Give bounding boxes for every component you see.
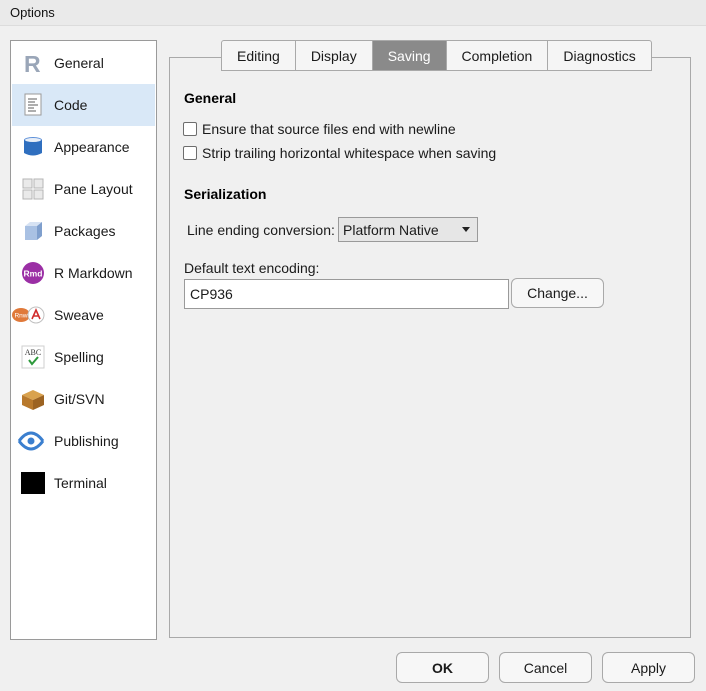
sidebar-item-packages[interactable]: Packages [12, 210, 155, 252]
sidebar-item-label: Packages [54, 223, 116, 239]
encoding-field[interactable] [184, 279, 509, 309]
tab-display[interactable]: Display [295, 40, 373, 71]
sidebar-item-sweave[interactable]: Rnw Sweave [12, 294, 155, 336]
title-bar: Options [0, 0, 706, 26]
git-box-icon [20, 386, 46, 412]
tab-saving[interactable]: Saving [372, 40, 447, 71]
strip-whitespace-checkbox[interactable] [183, 146, 197, 160]
line-ending-value: Platform Native [343, 221, 439, 238]
ok-button[interactable]: OK [396, 652, 489, 683]
tab-completion[interactable]: Completion [446, 40, 549, 71]
options-sidebar: R General Code Appearance Pane Layout Pa… [10, 40, 157, 640]
sidebar-item-label: Terminal [54, 475, 107, 491]
ensure-newline-label: Ensure that source files end with newlin… [202, 121, 456, 137]
sidebar-item-publishing[interactable]: Publishing [12, 420, 155, 462]
sidebar-item-terminal[interactable]: Terminal [12, 462, 155, 504]
sidebar-item-label: R Markdown [54, 265, 133, 281]
cancel-button[interactable]: Cancel [499, 652, 592, 683]
tab-diagnostics[interactable]: Diagnostics [548, 40, 652, 71]
sidebar-item-label: Spelling [54, 349, 104, 365]
sidebar-item-appearance[interactable]: Appearance [12, 126, 155, 168]
change-encoding-button[interactable]: Change... [511, 278, 604, 308]
serialization-section-title: Serialization [184, 186, 267, 202]
ensure-newline-option[interactable]: Ensure that source files end with newlin… [183, 121, 456, 137]
tab-editing[interactable]: Editing [221, 40, 296, 71]
line-ending-label: Line ending conversion: [187, 222, 335, 238]
ensure-newline-checkbox[interactable] [183, 122, 197, 136]
sidebar-item-label: Pane Layout [54, 181, 133, 197]
package-cube-icon [20, 218, 46, 244]
pane-layout-icon [20, 176, 46, 202]
line-ending-select[interactable]: Platform Native [338, 217, 478, 242]
sidebar-item-pane-layout[interactable]: Pane Layout [12, 168, 155, 210]
svg-text:R: R [24, 51, 41, 75]
paint-bucket-icon [20, 134, 46, 160]
sidebar-item-label: Publishing [54, 433, 119, 449]
encoding-label: Default text encoding: [184, 260, 320, 276]
svg-text:ABC: ABC [25, 348, 41, 357]
sidebar-item-label: Git/SVN [54, 391, 105, 407]
sidebar-item-label: General [54, 55, 104, 71]
spellcheck-icon: ABC [20, 344, 46, 370]
sidebar-item-spelling[interactable]: ABC Spelling [12, 336, 155, 378]
window-title: Options [10, 5, 55, 20]
sidebar-item-label: Appearance [54, 139, 130, 155]
code-document-icon [20, 92, 46, 118]
svg-text:Rnw: Rnw [14, 313, 27, 320]
svg-text:Rmd: Rmd [24, 269, 43, 279]
general-section-title: General [184, 90, 237, 106]
sidebar-item-git-svn[interactable]: Git/SVN [12, 378, 155, 420]
publishing-icon [17, 428, 46, 454]
r-logo-icon: R [20, 50, 46, 76]
sidebar-item-code[interactable]: Code [12, 84, 155, 126]
strip-whitespace-label: Strip trailing horizontal whitespace whe… [202, 145, 497, 161]
sidebar-item-label: Code [54, 97, 88, 113]
apply-button[interactable]: Apply [602, 652, 695, 683]
chevron-down-icon [462, 227, 470, 232]
sweave-icon: Rnw [12, 302, 46, 328]
sidebar-item-general[interactable]: R General [12, 42, 155, 84]
rmd-icon: Rmd [20, 260, 46, 286]
terminal-icon [20, 470, 46, 496]
sidebar-item-label: Sweave [54, 307, 104, 323]
sidebar-item-r-markdown[interactable]: Rmd R Markdown [12, 252, 155, 294]
tab-bar: Editing Display Saving Completion Diagno… [221, 40, 652, 71]
strip-whitespace-option[interactable]: Strip trailing horizontal whitespace whe… [183, 145, 496, 161]
